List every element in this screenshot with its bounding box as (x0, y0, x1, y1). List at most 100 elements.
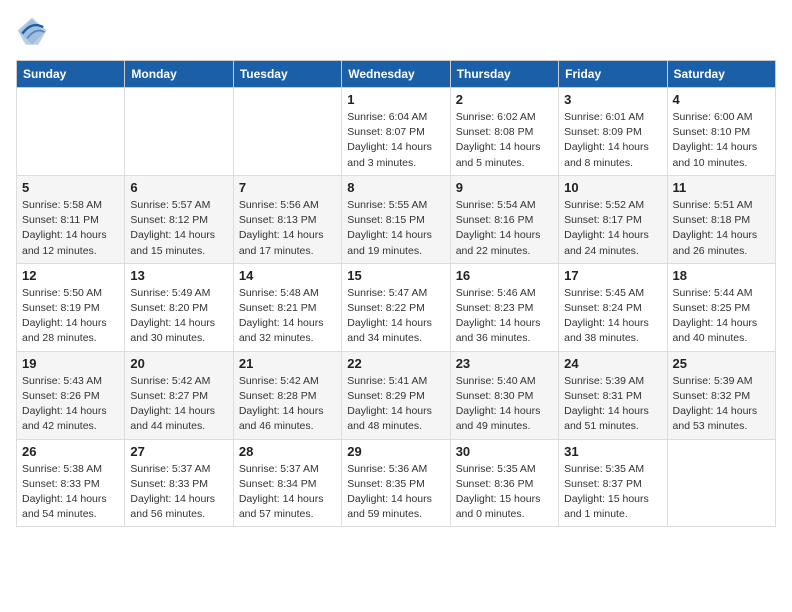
day-info: Sunrise: 5:47 AM Sunset: 8:22 PM Dayligh… (347, 286, 444, 347)
day-info: Sunrise: 5:55 AM Sunset: 8:15 PM Dayligh… (347, 198, 444, 259)
day-info: Sunrise: 6:04 AM Sunset: 8:07 PM Dayligh… (347, 110, 444, 171)
day-number: 10 (564, 180, 661, 195)
calendar-cell: 22 Sunrise: 5:41 AM Sunset: 8:29 PM Dayli… (342, 351, 450, 439)
calendar-cell: 16 Sunrise: 5:46 AM Sunset: 8:23 PM Dayli… (450, 263, 558, 351)
calendar-cell: 19Sunrise: 5:43 AM Sunset: 8:26 PM Dayli… (17, 351, 125, 439)
day-number: 12 (22, 268, 119, 283)
day-number: 9 (456, 180, 553, 195)
day-number: 24 (564, 356, 661, 371)
day-number: 25 (673, 356, 770, 371)
day-number: 20 (130, 356, 227, 371)
day-number: 8 (347, 180, 444, 195)
column-header-sunday: Sunday (17, 61, 125, 88)
calendar-cell: 26 Sunrise: 5:38 AM Sunset: 8:33 PM Dayli… (17, 439, 125, 527)
day-info: Sunrise: 5:40 AM Sunset: 8:30 PM Dayligh… (456, 374, 553, 435)
calendar-cell: 25Sunrise: 5:39 AM Sunset: 8:32 PM Dayli… (667, 351, 775, 439)
logo (16, 16, 52, 48)
calendar-cell: 29 Sunrise: 5:36 AM Sunset: 8:35 PM Dayli… (342, 439, 450, 527)
calendar-week-5: 26 Sunrise: 5:38 AM Sunset: 8:33 PM Dayli… (17, 439, 776, 527)
day-number: 22 (347, 356, 444, 371)
calendar-cell: 20 Sunrise: 5:42 AM Sunset: 8:27 PM Dayli… (125, 351, 233, 439)
column-header-wednesday: Wednesday (342, 61, 450, 88)
day-info: Sunrise: 5:45 AM Sunset: 8:24 PM Dayligh… (564, 286, 661, 347)
calendar-cell: 23 Sunrise: 5:40 AM Sunset: 8:30 PM Dayli… (450, 351, 558, 439)
day-number: 5 (22, 180, 119, 195)
day-number: 3 (564, 92, 661, 107)
day-info: Sunrise: 5:35 AM Sunset: 8:37 PM Dayligh… (564, 462, 661, 523)
logo-icon (16, 16, 48, 48)
day-number: 6 (130, 180, 227, 195)
calendar-cell: 15 Sunrise: 5:47 AM Sunset: 8:22 PM Dayli… (342, 263, 450, 351)
calendar-table: SundayMondayTuesdayWednesdayThursdayFrid… (16, 60, 776, 527)
day-info: Sunrise: 5:39 AM Sunset: 8:31 PM Dayligh… (564, 374, 661, 435)
day-number: 17 (564, 268, 661, 283)
calendar-cell: 18 Sunrise: 5:44 AM Sunset: 8:25 PM Dayli… (667, 263, 775, 351)
day-info: Sunrise: 5:38 AM Sunset: 8:33 PM Dayligh… (22, 462, 119, 523)
calendar-week-1: 1 Sunrise: 6:04 AM Sunset: 8:07 PM Daylig… (17, 88, 776, 176)
day-info: Sunrise: 5:42 AM Sunset: 8:28 PM Dayligh… (239, 374, 336, 435)
day-info: Sunrise: 5:58 AM Sunset: 8:11 PM Dayligh… (22, 198, 119, 259)
day-number: 23 (456, 356, 553, 371)
day-info: Sunrise: 5:56 AM Sunset: 8:13 PM Dayligh… (239, 198, 336, 259)
calendar-cell: 28 Sunrise: 5:37 AM Sunset: 8:34 PM Dayli… (233, 439, 341, 527)
day-info: Sunrise: 5:42 AM Sunset: 8:27 PM Dayligh… (130, 374, 227, 435)
calendar-cell: 21 Sunrise: 5:42 AM Sunset: 8:28 PM Dayli… (233, 351, 341, 439)
column-header-thursday: Thursday (450, 61, 558, 88)
day-number: 13 (130, 268, 227, 283)
day-info: Sunrise: 5:52 AM Sunset: 8:17 PM Dayligh… (564, 198, 661, 259)
day-info: Sunrise: 6:01 AM Sunset: 8:09 PM Dayligh… (564, 110, 661, 171)
day-number: 4 (673, 92, 770, 107)
day-number: 7 (239, 180, 336, 195)
column-header-tuesday: Tuesday (233, 61, 341, 88)
page-header (16, 16, 776, 48)
calendar-cell (17, 88, 125, 176)
day-number: 21 (239, 356, 336, 371)
day-info: Sunrise: 5:57 AM Sunset: 8:12 PM Dayligh… (130, 198, 227, 259)
day-info: Sunrise: 6:00 AM Sunset: 8:10 PM Dayligh… (673, 110, 770, 171)
calendar-cell (667, 439, 775, 527)
column-header-friday: Friday (559, 61, 667, 88)
calendar-cell: 27 Sunrise: 5:37 AM Sunset: 8:33 PM Dayli… (125, 439, 233, 527)
calendar-cell: 11Sunrise: 5:51 AM Sunset: 8:18 PM Dayli… (667, 175, 775, 263)
calendar-week-3: 12 Sunrise: 5:50 AM Sunset: 8:19 PM Dayli… (17, 263, 776, 351)
day-number: 15 (347, 268, 444, 283)
calendar-cell: 2 Sunrise: 6:02 AM Sunset: 8:08 PM Daylig… (450, 88, 558, 176)
day-number: 31 (564, 444, 661, 459)
day-info: Sunrise: 5:41 AM Sunset: 8:29 PM Dayligh… (347, 374, 444, 435)
day-info: Sunrise: 5:44 AM Sunset: 8:25 PM Dayligh… (673, 286, 770, 347)
day-info: Sunrise: 5:50 AM Sunset: 8:19 PM Dayligh… (22, 286, 119, 347)
day-info: Sunrise: 5:49 AM Sunset: 8:20 PM Dayligh… (130, 286, 227, 347)
day-info: Sunrise: 5:46 AM Sunset: 8:23 PM Dayligh… (456, 286, 553, 347)
calendar-cell: 4 Sunrise: 6:00 AM Sunset: 8:10 PM Daylig… (667, 88, 775, 176)
calendar-cell: 5 Sunrise: 5:58 AM Sunset: 8:11 PM Daylig… (17, 175, 125, 263)
day-info: Sunrise: 5:54 AM Sunset: 8:16 PM Dayligh… (456, 198, 553, 259)
day-info: Sunrise: 6:02 AM Sunset: 8:08 PM Dayligh… (456, 110, 553, 171)
day-number: 27 (130, 444, 227, 459)
column-header-monday: Monday (125, 61, 233, 88)
day-number: 26 (22, 444, 119, 459)
column-header-saturday: Saturday (667, 61, 775, 88)
day-info: Sunrise: 5:37 AM Sunset: 8:33 PM Dayligh… (130, 462, 227, 523)
day-info: Sunrise: 5:35 AM Sunset: 8:36 PM Dayligh… (456, 462, 553, 523)
calendar-week-4: 19Sunrise: 5:43 AM Sunset: 8:26 PM Dayli… (17, 351, 776, 439)
day-number: 1 (347, 92, 444, 107)
calendar-cell: 10 Sunrise: 5:52 AM Sunset: 8:17 PM Dayli… (559, 175, 667, 263)
calendar-cell (125, 88, 233, 176)
day-info: Sunrise: 5:43 AM Sunset: 8:26 PM Dayligh… (22, 374, 119, 435)
calendar-cell: 9 Sunrise: 5:54 AM Sunset: 8:16 PM Daylig… (450, 175, 558, 263)
day-number: 18 (673, 268, 770, 283)
day-info: Sunrise: 5:36 AM Sunset: 8:35 PM Dayligh… (347, 462, 444, 523)
day-number: 29 (347, 444, 444, 459)
day-number: 14 (239, 268, 336, 283)
calendar-cell: 24 Sunrise: 5:39 AM Sunset: 8:31 PM Dayli… (559, 351, 667, 439)
day-number: 16 (456, 268, 553, 283)
calendar-cell (233, 88, 341, 176)
day-number: 2 (456, 92, 553, 107)
day-info: Sunrise: 5:37 AM Sunset: 8:34 PM Dayligh… (239, 462, 336, 523)
calendar-cell: 8 Sunrise: 5:55 AM Sunset: 8:15 PM Daylig… (342, 175, 450, 263)
day-info: Sunrise: 5:48 AM Sunset: 8:21 PM Dayligh… (239, 286, 336, 347)
day-number: 28 (239, 444, 336, 459)
calendar-cell: 7 Sunrise: 5:56 AM Sunset: 8:13 PM Daylig… (233, 175, 341, 263)
calendar-cell: 30Sunrise: 5:35 AM Sunset: 8:36 PM Dayli… (450, 439, 558, 527)
calendar-cell: 17 Sunrise: 5:45 AM Sunset: 8:24 PM Dayli… (559, 263, 667, 351)
